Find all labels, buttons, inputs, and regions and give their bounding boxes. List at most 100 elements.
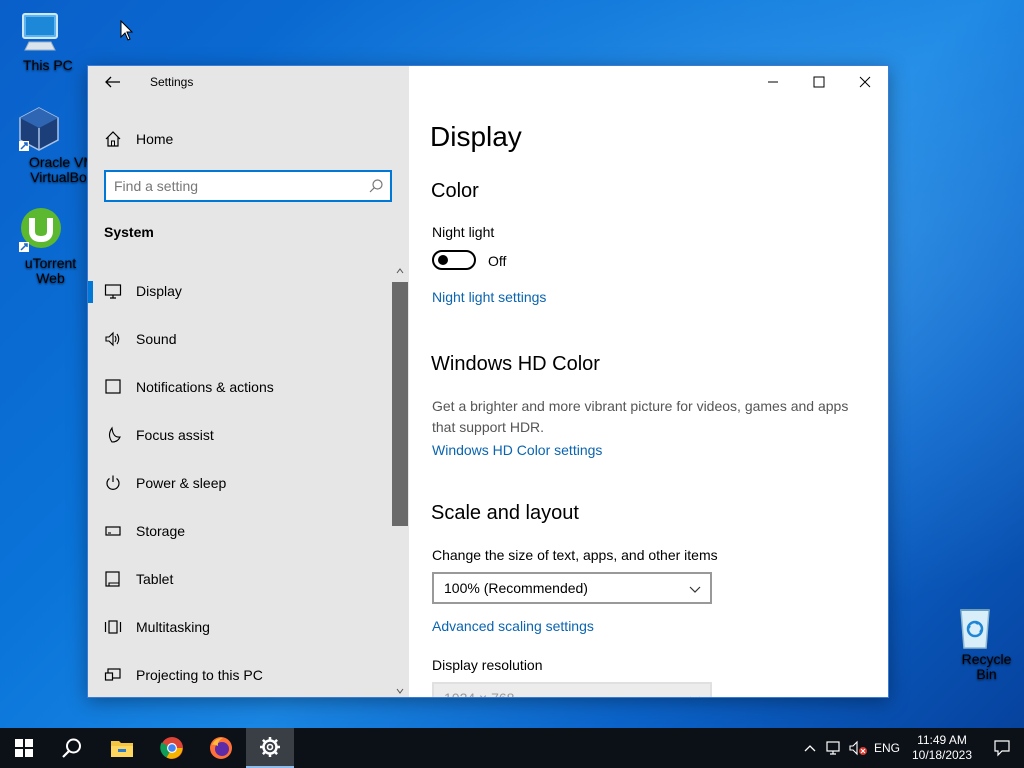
speaker-muted-icon [849, 740, 867, 756]
hd-color-heading: Windows HD Color [431, 353, 600, 375]
clock[interactable]: 11:49 AM 10/18/2023 [904, 733, 980, 763]
monitor-icon [104, 282, 122, 300]
nav-item-multitasking[interactable]: Multitasking [88, 603, 393, 651]
tablet-icon [104, 570, 122, 588]
clock-time: 11:49 AM [917, 733, 967, 747]
close-button[interactable] [842, 66, 888, 98]
chevron-up-icon [804, 745, 816, 752]
hd-color-settings-link[interactable]: Windows HD Color settings [432, 442, 602, 458]
network-icon [826, 741, 840, 755]
scale-layout-heading: Scale and layout [431, 502, 579, 524]
notification-icon [994, 740, 1010, 757]
search-button[interactable] [48, 728, 96, 768]
taskbar-firefox[interactable] [197, 728, 245, 768]
night-light-settings-link[interactable]: Night light settings [432, 289, 546, 305]
minimize-icon [768, 81, 778, 83]
scrollbar-thumb[interactable] [392, 282, 408, 526]
nav-item-focus-assist[interactable]: Focus assist [88, 411, 393, 459]
scale-label: Change the size of text, apps, and other… [432, 547, 718, 563]
storage-icon [104, 522, 122, 540]
night-light-label: Night light [432, 224, 495, 240]
desktop-icon-recycle-bin[interactable]: Recycle Bin [936, 602, 1014, 682]
taskbar-settings[interactable] [246, 728, 294, 768]
system-tray: ENG 11:49 AM 10/18/2023 [798, 728, 1024, 768]
page-title: Display [430, 121, 522, 152]
desktop-icon-label: Recycle Bin [961, 651, 1012, 682]
gear-icon [260, 737, 280, 757]
nav-item-label: Tablet [136, 571, 174, 587]
nav-item-label: Sound [136, 331, 177, 347]
chrome-icon [160, 737, 183, 759]
volume-button[interactable] [846, 728, 870, 768]
scroll-up-icon[interactable] [396, 268, 404, 276]
taskbar: ENG 11:49 AM 10/18/2023 [0, 728, 1024, 768]
desktop-icon-utorrent[interactable]: uTorrent Web [0, 206, 78, 286]
taskbar-chrome[interactable] [148, 728, 196, 768]
close-icon [859, 76, 871, 88]
nav-item-display[interactable]: Display [88, 267, 393, 315]
arrow-left-icon [105, 76, 120, 88]
nav-item-power-sleep[interactable]: Power & sleep [88, 459, 393, 507]
nav-item-notifications[interactable]: Notifications & actions [88, 363, 393, 411]
home-icon [105, 131, 121, 147]
network-button[interactable] [822, 728, 846, 768]
search-input[interactable] [114, 177, 359, 195]
back-button[interactable] [102, 72, 124, 92]
windows-logo-icon [15, 739, 33, 757]
clock-date: 10/18/2023 [911, 748, 973, 762]
home-label: Home [136, 131, 174, 147]
resolution-label: Display resolution [432, 657, 543, 673]
nav-item-label: Multitasking [136, 619, 210, 635]
moon-icon [104, 426, 122, 444]
nav-item-storage[interactable]: Storage [88, 507, 393, 555]
scroll-down-icon[interactable] [396, 688, 404, 696]
nav-list: Display Sound Notifications & actions Fo… [88, 267, 393, 697]
message-icon [104, 378, 122, 396]
search-icon [62, 738, 81, 758]
settings-window: Settings Home System Display [87, 65, 889, 698]
input-language-indicator[interactable]: ENG [870, 741, 904, 755]
maximize-button[interactable] [796, 66, 842, 98]
desktop-icon-virtualbox[interactable]: Oracle VM VirtualBox [0, 105, 95, 185]
taskbar-file-explorer[interactable] [98, 728, 146, 768]
home-nav-item[interactable]: Home [104, 128, 173, 150]
show-hidden-icons-button[interactable] [798, 728, 822, 768]
night-light-state: Off [488, 253, 507, 269]
nav-item-label: Storage [136, 523, 186, 539]
resolution-dropdown[interactable]: 1024 × 768 [432, 682, 712, 697]
speaker-icon [104, 330, 122, 348]
desktop-icon-label: This PC [23, 57, 73, 73]
recycle-bin-icon [951, 602, 999, 650]
nav-group-label: System [104, 224, 154, 240]
settings-search-box[interactable] [104, 170, 392, 202]
folder-icon [111, 741, 133, 757]
virtualbox-icon [15, 105, 63, 153]
scale-dropdown[interactable]: 100% (Recommended) [432, 572, 712, 604]
scale-value: 100% (Recommended) [444, 580, 588, 596]
settings-content-pane: Display Color Night light Off Night ligh… [409, 66, 888, 697]
action-center-button[interactable] [980, 728, 1024, 768]
nav-item-tablet[interactable]: Tablet [88, 555, 393, 603]
start-button[interactable] [0, 728, 48, 768]
nav-item-label: Power & sleep [136, 475, 227, 491]
nav-scrollbar[interactable] [392, 266, 408, 697]
utorrent-icon [15, 206, 63, 254]
nav-item-sound[interactable]: Sound [88, 315, 393, 363]
window-title: Settings [150, 75, 194, 89]
maximize-icon [813, 76, 825, 88]
nav-item-projecting[interactable]: Projecting to this PC [88, 651, 393, 697]
night-light-toggle[interactable] [432, 250, 476, 270]
desktop-icon-label: uTorrent Web [24, 255, 77, 286]
advanced-scaling-link[interactable]: Advanced scaling settings [432, 618, 594, 634]
firefox-icon [210, 737, 232, 759]
power-icon [104, 474, 122, 492]
multitasking-icon [104, 618, 122, 636]
settings-nav-pane: Settings Home System Display [88, 66, 409, 697]
computer-icon [15, 8, 63, 56]
toggle-knob [438, 255, 448, 265]
minimize-button[interactable] [750, 66, 796, 98]
desktop-icon-this-pc[interactable]: This PC [0, 8, 78, 73]
search-icon[interactable] [368, 178, 384, 194]
nav-item-label: Projecting to this PC [136, 667, 263, 683]
chevron-down-icon [689, 586, 701, 593]
